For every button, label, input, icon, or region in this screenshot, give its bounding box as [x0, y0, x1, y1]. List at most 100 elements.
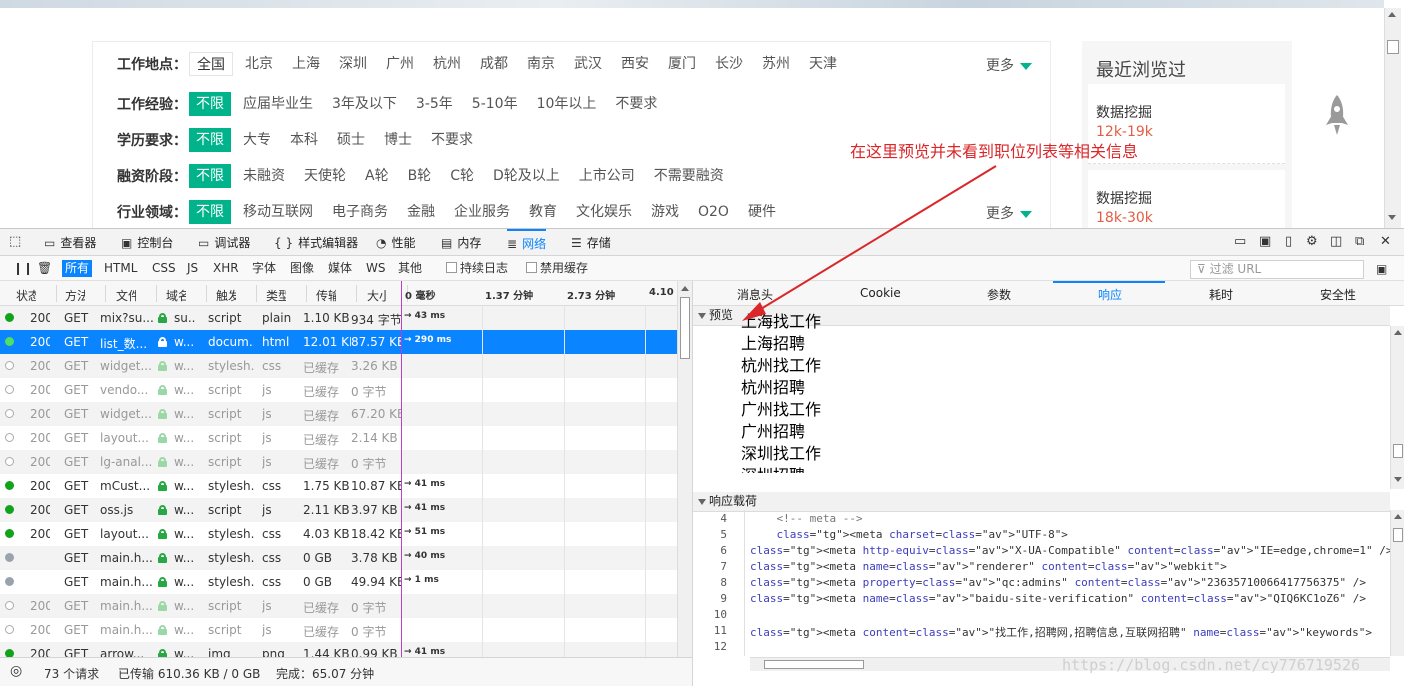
request-row[interactable]: 200 GET layout... w... script js 已缓存 2.14 KB [0, 426, 677, 450]
devtools-tab[interactable]: { } 样式编辑器 [274, 229, 358, 256]
filter-type-button[interactable]: 图像 [287, 260, 317, 277]
request-row[interactable]: 200 GET layout... w... stylesh... css 4.03 KB1… [0, 522, 677, 546]
filter-option[interactable]: 不要求 [608, 92, 664, 116]
filter-type-button[interactable]: JS [184, 260, 201, 277]
filter-option[interactable]: 天使轮 [297, 164, 353, 188]
code-scrollbar[interactable] [1390, 510, 1404, 656]
devtools-tab[interactable]: ☰ 存储 [571, 229, 611, 256]
filter-option[interactable]: 北京 [238, 52, 280, 76]
rocket-icon[interactable] [1322, 93, 1352, 142]
filter-option[interactable]: 不要求 [424, 128, 480, 152]
filter-option[interactable]: 上市公司 [572, 164, 642, 188]
filter-option[interactable]: 不限 [189, 200, 231, 224]
device-icon[interactable]: ▯ [1285, 234, 1292, 249]
filter-option[interactable]: 厦门 [661, 52, 703, 76]
devtools-tab[interactable]: ▤ 内存 [441, 229, 481, 256]
details-tab[interactable]: 响应 [1098, 286, 1122, 303]
devtools-tab[interactable]: ≣ 网络 [507, 229, 547, 256]
filter-option[interactable]: 游戏 [644, 200, 686, 224]
filter-option[interactable]: 应届毕业生 [236, 92, 320, 116]
close-icon[interactable]: ✕ [1380, 234, 1391, 249]
url-filter-input[interactable]: ⊽ 过滤 URL [1190, 260, 1364, 279]
filter-option[interactable]: 西安 [614, 52, 656, 76]
request-row[interactable]: 200 GET lg-anal... w... script js 已缓存 0 字节 [0, 450, 677, 474]
column-header[interactable]: 类型 [266, 287, 286, 304]
request-row[interactable]: 200 GET widget... w... stylesh... css 已缓存 3.26 … [0, 354, 677, 378]
response-payload-code[interactable]: 4 <!-- meta --> 5 class="tg"><meta charse… [693, 510, 1390, 656]
page-scrollbar[interactable] [1384, 8, 1401, 228]
more-filters-toggle[interactable]: 更多 [986, 55, 1032, 75]
dock-side-icon[interactable]: ◫ [1330, 234, 1342, 249]
more-filters-toggle[interactable]: 更多 [986, 203, 1032, 223]
filter-option[interactable]: 3-5年 [409, 92, 460, 116]
filter-type-button[interactable]: 所有 [62, 260, 93, 277]
filter-option[interactable]: 移动互联网 [236, 200, 320, 224]
filter-option[interactable]: 不限 [189, 92, 231, 116]
filter-option[interactable]: 金融 [400, 200, 442, 224]
recent-item[interactable]: 数据挖掘 18k-30k [1088, 170, 1285, 228]
filter-option[interactable]: 全国 [189, 52, 233, 76]
filter-option[interactable]: 苏州 [755, 52, 797, 76]
request-row[interactable]: 200 GET list_数... w... docum... html 12.01 KB8… [0, 330, 677, 354]
devtools-tab[interactable]: ▭ 查看器 [44, 229, 96, 256]
request-row[interactable]: 200 GET widget... w... script js 已缓存 67.20 KB [0, 402, 677, 426]
filter-option[interactable]: 企业服务 [447, 200, 517, 224]
filter-option[interactable]: 杭州 [426, 52, 468, 76]
filter-option[interactable]: 长沙 [708, 52, 750, 76]
preview-scrollbar[interactable] [1390, 326, 1404, 489]
column-header[interactable]: 状态 [16, 287, 36, 304]
filter-option[interactable]: 大专 [236, 128, 278, 152]
filter-option[interactable]: 硬件 [741, 200, 783, 224]
filter-type-button[interactable]: 媒体 [325, 260, 355, 277]
filter-option[interactable]: 5-10年 [465, 92, 525, 116]
filter-option[interactable]: A轮 [358, 164, 396, 188]
payload-section-header[interactable]: 响应载荷 [693, 492, 1390, 512]
filter-option[interactable]: 广州 [379, 52, 421, 76]
column-header[interactable]: 传输 [316, 287, 336, 304]
filter-option[interactable]: 电子商务 [325, 200, 395, 224]
filter-option[interactable]: B轮 [401, 164, 439, 188]
filter-option[interactable]: 本科 [283, 128, 325, 152]
devtools-tab[interactable]: ▣ 控制台 [121, 229, 173, 256]
filter-option[interactable]: O2O [691, 200, 736, 224]
column-header[interactable]: 触发 [216, 287, 236, 304]
filter-option[interactable]: 不需要融资 [647, 164, 731, 188]
filter-type-button[interactable]: XHR [210, 260, 242, 277]
undock-icon[interactable]: ⧉ [1355, 234, 1364, 249]
details-tab[interactable]: Cookie [860, 286, 901, 300]
split-console-icon[interactable]: ▣ [1259, 234, 1271, 249]
filter-type-button[interactable]: WS [363, 260, 388, 277]
request-row[interactable]: 200 GET mCust... w... stylesh... css 1.75 KB10… [0, 474, 677, 498]
filter-type-button[interactable]: HTML [101, 260, 140, 277]
filter-option[interactable]: C轮 [443, 164, 481, 188]
filter-option[interactable]: 不限 [189, 128, 231, 152]
details-tab[interactable]: 消息头 [737, 286, 773, 303]
request-row[interactable]: 200 GET vendo... w... script js 已缓存 0 字节 [0, 378, 677, 402]
performance-analysis-icon[interactable]: ◎ [10, 663, 22, 679]
request-row[interactable]: GET main.h... w... stylesh... css 0 GB 49.94 K… [0, 570, 677, 594]
devtools-tab[interactable]: ◔ 性能 [376, 229, 416, 256]
filter-type-button[interactable]: CSS [149, 260, 179, 277]
details-tab[interactable]: 参数 [987, 286, 1011, 303]
filter-option[interactable]: 文化娱乐 [569, 200, 639, 224]
filter-option[interactable]: 上海 [285, 52, 327, 76]
responsive-mode-icon[interactable]: ▭ [1234, 234, 1246, 249]
settings-gear-icon[interactable]: ⚙ [1306, 234, 1318, 249]
filter-option[interactable]: 武汉 [567, 52, 609, 76]
devtools-tab[interactable]: ▭ 调试器 [198, 229, 250, 256]
request-row[interactable]: 200 GET arrow... w... img png 1.44 KB 0.99 KB → … [0, 642, 677, 657]
filter-type-button[interactable]: 其他 [395, 260, 425, 277]
disable-cache-checkbox[interactable]: 禁用缓存 [523, 260, 591, 277]
filter-option[interactable]: D轮及以上 [486, 164, 567, 188]
column-header[interactable]: 文件 [116, 287, 136, 304]
request-row[interactable]: 200 GET mix?su... su... script plain 1.10 KB93… [0, 306, 677, 330]
persist-log-checkbox[interactable]: 持续日志 [443, 260, 511, 277]
filter-option[interactable]: 未融资 [236, 164, 292, 188]
filter-option[interactable]: 博士 [377, 128, 419, 152]
filter-option[interactable]: 天津 [802, 52, 844, 76]
filter-option[interactable]: 不限 [189, 164, 231, 188]
filter-option[interactable]: 3年及以下 [325, 92, 404, 116]
pick-element-icon[interactable]: ⬚ [9, 234, 21, 249]
filter-type-button[interactable]: 字体 [249, 260, 279, 277]
trash-icon[interactable]: 🗑 [34, 260, 55, 277]
